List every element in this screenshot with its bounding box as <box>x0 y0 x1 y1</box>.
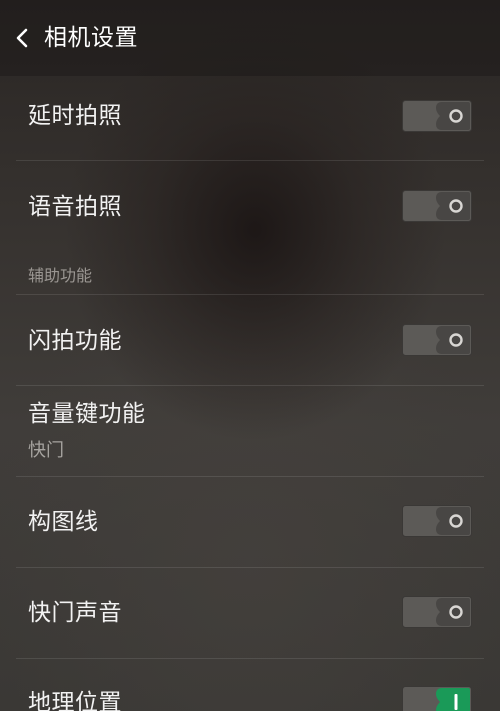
chevron-left-icon <box>16 28 28 48</box>
toggle-switch-location[interactable] <box>402 686 472 711</box>
toggle-switch-shutter-sound[interactable] <box>402 596 472 628</box>
setting-row-timer[interactable]: 延时拍照 <box>0 76 500 160</box>
toggle-switch-quick-shot[interactable] <box>402 324 472 356</box>
setting-label-shutter-sound: 快门声音 <box>28 600 122 626</box>
setting-label-timer: 延时拍照 <box>28 103 122 129</box>
setting-label-grid-lines: 构图线 <box>28 509 99 535</box>
setting-row-volume-key[interactable]: 音量键功能 快门 <box>0 386 500 476</box>
setting-row-grid-lines[interactable]: 构图线 <box>0 477 500 567</box>
toggle-switch-grid-lines[interactable] <box>402 505 472 537</box>
setting-value-volume-key: 快门 <box>28 440 64 461</box>
setting-label-quick-shot: 闪拍功能 <box>28 328 122 354</box>
setting-label-volume-key: 音量键功能 <box>28 401 146 427</box>
setting-label-voice: 语音拍照 <box>28 194 122 220</box>
back-button[interactable] <box>8 20 38 56</box>
setting-row-quick-shot[interactable]: 闪拍功能 <box>0 295 500 385</box>
toggle-switch-voice[interactable] <box>402 190 472 222</box>
setting-row-location[interactable]: 地理位置 <box>0 659 500 711</box>
setting-row-shutter-sound[interactable]: 快门声音 <box>0 568 500 658</box>
setting-label-location: 地理位置 <box>28 690 122 711</box>
section-title-assist: 辅助功能 <box>28 266 93 285</box>
setting-row-voice[interactable]: 语音拍照 <box>0 161 500 251</box>
toggle-switch-timer[interactable] <box>402 100 472 132</box>
page-title: 相机设置 <box>44 25 138 51</box>
app-header: 相机设置 <box>0 0 500 76</box>
